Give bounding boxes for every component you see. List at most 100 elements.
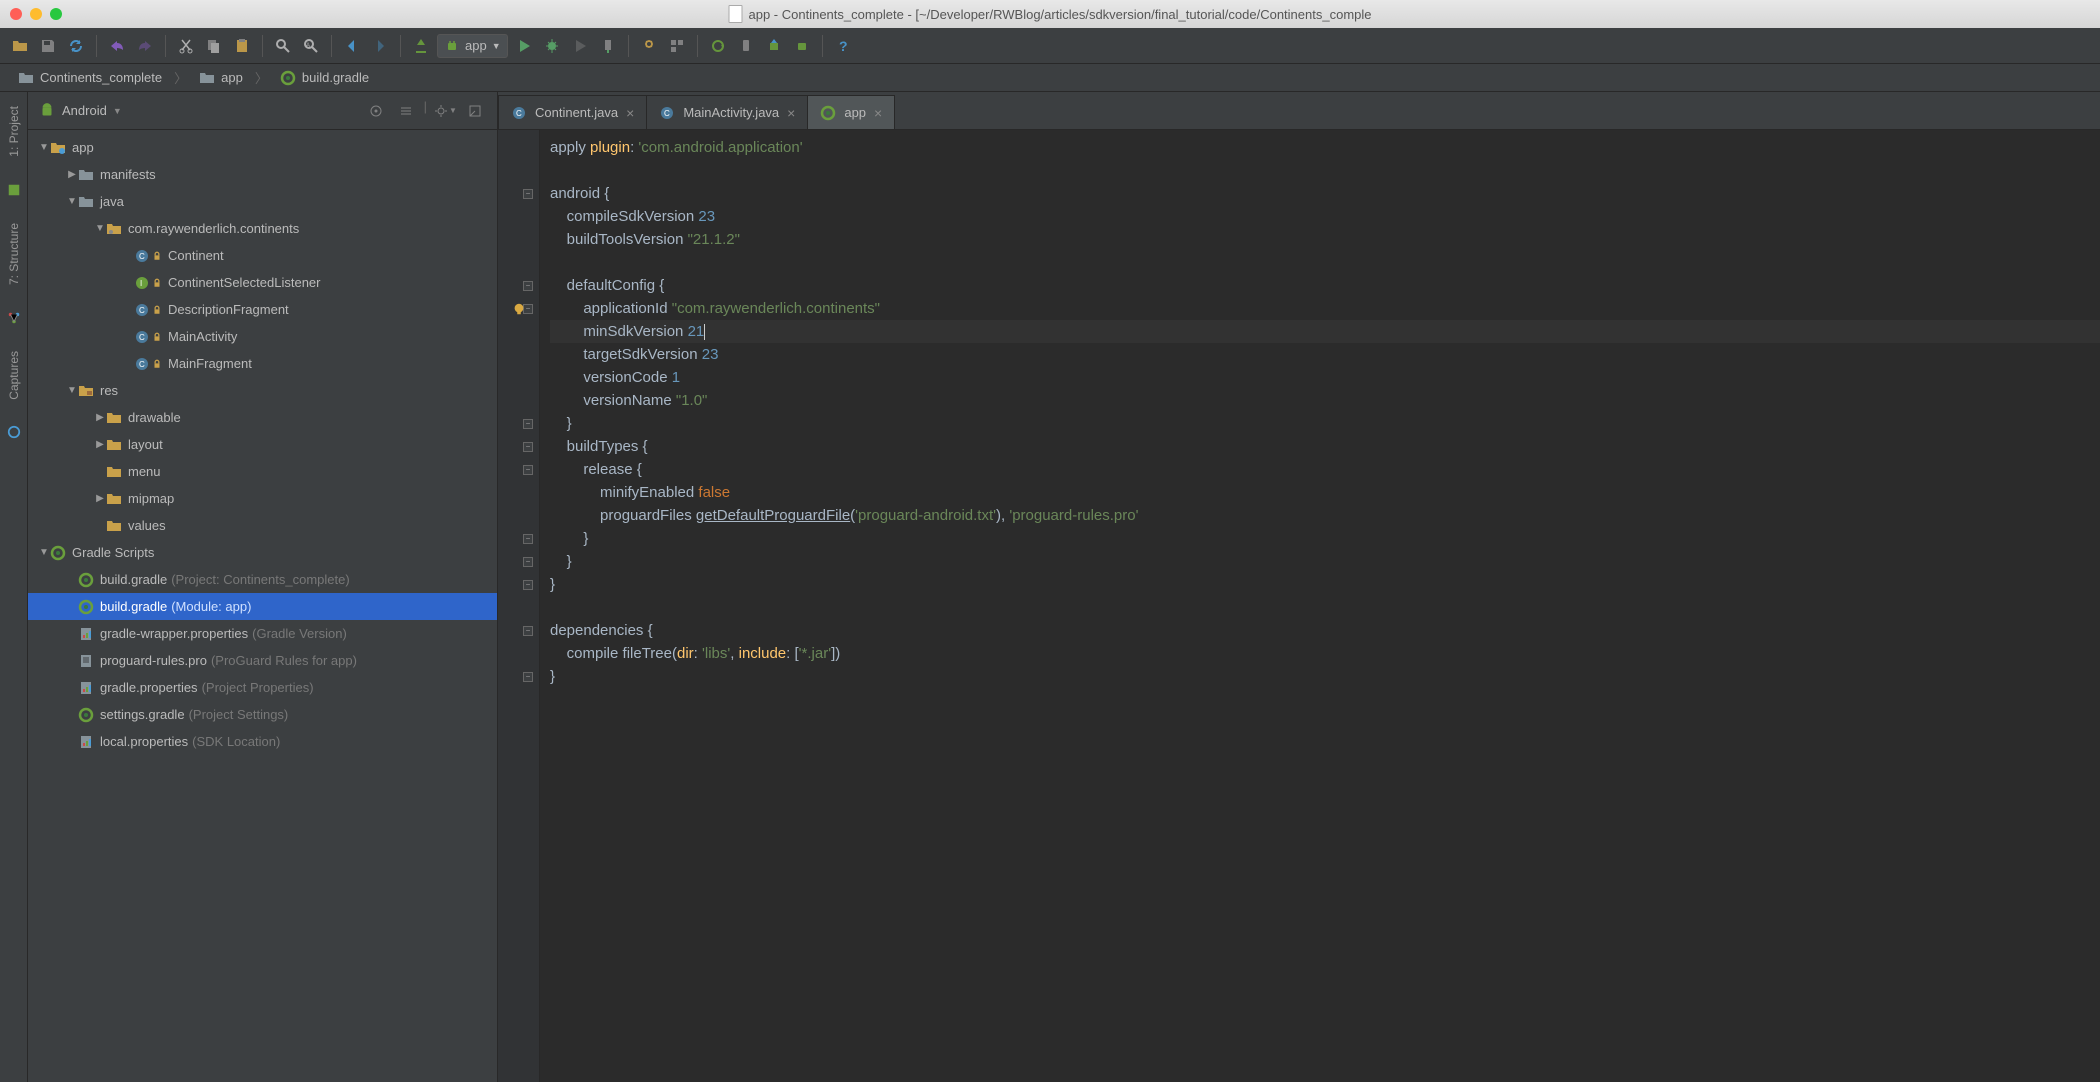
- undo-button[interactable]: [105, 34, 129, 58]
- run-coverage-button[interactable]: [568, 34, 592, 58]
- close-window-button[interactable]: [10, 8, 22, 20]
- fold-icon[interactable]: −: [523, 419, 533, 429]
- find-button[interactable]: [271, 34, 295, 58]
- paste-button[interactable]: [230, 34, 254, 58]
- back-button[interactable]: [340, 34, 364, 58]
- gutter-line[interactable]: [498, 389, 533, 412]
- bulb-icon[interactable]: [512, 302, 526, 316]
- copy-button[interactable]: [202, 34, 226, 58]
- gutter-line[interactable]: [498, 320, 533, 343]
- tree-item[interactable]: ▼com.raywenderlich.continents: [28, 215, 497, 242]
- tree-item[interactable]: gradle-wrapper.properties(Gradle Version…: [28, 620, 497, 647]
- code-line[interactable]: buildToolsVersion "21.1.2": [550, 228, 2100, 251]
- settings-button[interactable]: [637, 34, 661, 58]
- tree-item[interactable]: ▶drawable: [28, 404, 497, 431]
- editor-content[interactable]: apply plugin: 'com.android.application' …: [540, 130, 2100, 1082]
- fold-icon[interactable]: −: [523, 281, 533, 291]
- fold-icon[interactable]: −: [523, 465, 533, 475]
- tree-item[interactable]: ▼app: [28, 134, 497, 161]
- code-line[interactable]: compileSdkVersion 23: [550, 205, 2100, 228]
- gutter-line[interactable]: [498, 366, 533, 389]
- tree-item[interactable]: gradle.properties(Project Properties): [28, 674, 497, 701]
- code-line[interactable]: targetSdkVersion 23: [550, 343, 2100, 366]
- breadcrumb-item[interactable]: app: [191, 68, 251, 88]
- android-monitor-button[interactable]: [790, 34, 814, 58]
- tree-item[interactable]: IContinentSelectedListener: [28, 269, 497, 296]
- fold-icon[interactable]: −: [523, 672, 533, 682]
- run-button[interactable]: [512, 34, 536, 58]
- code-line[interactable]: buildTypes {: [550, 435, 2100, 458]
- gutter-line[interactable]: −: [498, 435, 533, 458]
- project-view-selector[interactable]: Android ▼: [38, 102, 122, 120]
- save-button[interactable]: [36, 34, 60, 58]
- forward-button[interactable]: [368, 34, 392, 58]
- gutter-line[interactable]: [498, 642, 533, 665]
- tool-window-button[interactable]: 7: Structure: [5, 217, 23, 291]
- code-line[interactable]: versionCode 1: [550, 366, 2100, 389]
- gutter-line[interactable]: −: [498, 458, 533, 481]
- cut-button[interactable]: [174, 34, 198, 58]
- code-line[interactable]: dependencies {: [550, 619, 2100, 642]
- code-line[interactable]: [550, 251, 2100, 274]
- gutter-line[interactable]: [498, 481, 533, 504]
- tree-item[interactable]: ▼java: [28, 188, 497, 215]
- code-line[interactable]: minifyEnabled false: [550, 481, 2100, 504]
- editor-tab[interactable]: CContinent.java×: [498, 95, 647, 129]
- tree-item[interactable]: settings.gradle(Project Settings): [28, 701, 497, 728]
- sync-button[interactable]: [64, 34, 88, 58]
- code-line[interactable]: }: [550, 573, 2100, 596]
- run-config-selector[interactable]: app ▼: [437, 34, 508, 58]
- expand-arrow-icon[interactable]: ▼: [38, 547, 50, 558]
- code-line[interactable]: [550, 159, 2100, 182]
- editor-gutter[interactable]: −−−−−−−−−−−: [498, 130, 540, 1082]
- gutter-line[interactable]: [498, 136, 533, 159]
- gutter-line[interactable]: [498, 504, 533, 527]
- tree-item[interactable]: CMainActivity: [28, 323, 497, 350]
- expand-arrow-icon[interactable]: ▼: [94, 223, 106, 234]
- tree-item[interactable]: ▶manifests: [28, 161, 497, 188]
- fold-icon[interactable]: −: [523, 580, 533, 590]
- hide-panel-button[interactable]: [463, 99, 487, 123]
- breadcrumb-item[interactable]: build.gradle: [272, 68, 377, 88]
- tool-window-button[interactable]: 1: Project: [5, 100, 23, 163]
- gutter-line[interactable]: [498, 251, 533, 274]
- tree-item[interactable]: proguard-rules.pro(ProGuard Rules for ap…: [28, 647, 497, 674]
- locate-button[interactable]: [364, 99, 388, 123]
- close-tab-icon[interactable]: ×: [874, 105, 882, 121]
- replace-button[interactable]: A: [299, 34, 323, 58]
- gutter-line[interactable]: −: [498, 412, 533, 435]
- gutter-line[interactable]: −: [498, 274, 533, 297]
- expand-arrow-icon[interactable]: ▶: [94, 412, 106, 423]
- gutter-line[interactable]: [498, 205, 533, 228]
- code-line[interactable]: minSdkVersion 21: [550, 320, 2100, 343]
- code-editor[interactable]: −−−−−−−−−−− apply plugin: 'com.android.a…: [498, 130, 2100, 1082]
- code-line[interactable]: proguardFiles getDefaultProguardFile('pr…: [550, 504, 2100, 527]
- expand-arrow-icon[interactable]: ▶: [94, 439, 106, 450]
- zoom-window-button[interactable]: [50, 8, 62, 20]
- tree-item[interactable]: ▶layout: [28, 431, 497, 458]
- minimize-window-button[interactable]: [30, 8, 42, 20]
- fold-icon[interactable]: −: [523, 626, 533, 636]
- tree-item[interactable]: CDescriptionFragment: [28, 296, 497, 323]
- code-line[interactable]: release {: [550, 458, 2100, 481]
- gutter-line[interactable]: [498, 343, 533, 366]
- tree-item[interactable]: ▼res: [28, 377, 497, 404]
- tree-item[interactable]: ▶mipmap: [28, 485, 497, 512]
- code-line[interactable]: compile fileTree(dir: 'libs', include: […: [550, 642, 2100, 665]
- sdk-manager-button[interactable]: [762, 34, 786, 58]
- gutter-line[interactable]: −: [498, 527, 533, 550]
- tree-item[interactable]: CContinent: [28, 242, 497, 269]
- gutter-line[interactable]: −: [498, 573, 533, 596]
- editor-tab[interactable]: CMainActivity.java×: [646, 95, 808, 129]
- settings-gear-button[interactable]: ▼: [433, 99, 457, 123]
- code-line[interactable]: apply plugin: 'com.android.application': [550, 136, 2100, 159]
- fold-icon[interactable]: −: [523, 534, 533, 544]
- code-line[interactable]: }: [550, 412, 2100, 435]
- debug-button[interactable]: [540, 34, 564, 58]
- gutter-line[interactable]: [498, 159, 533, 182]
- code-line[interactable]: }: [550, 550, 2100, 573]
- make-button[interactable]: [409, 34, 433, 58]
- code-line[interactable]: versionName "1.0": [550, 389, 2100, 412]
- redo-button[interactable]: [133, 34, 157, 58]
- code-line[interactable]: }: [550, 527, 2100, 550]
